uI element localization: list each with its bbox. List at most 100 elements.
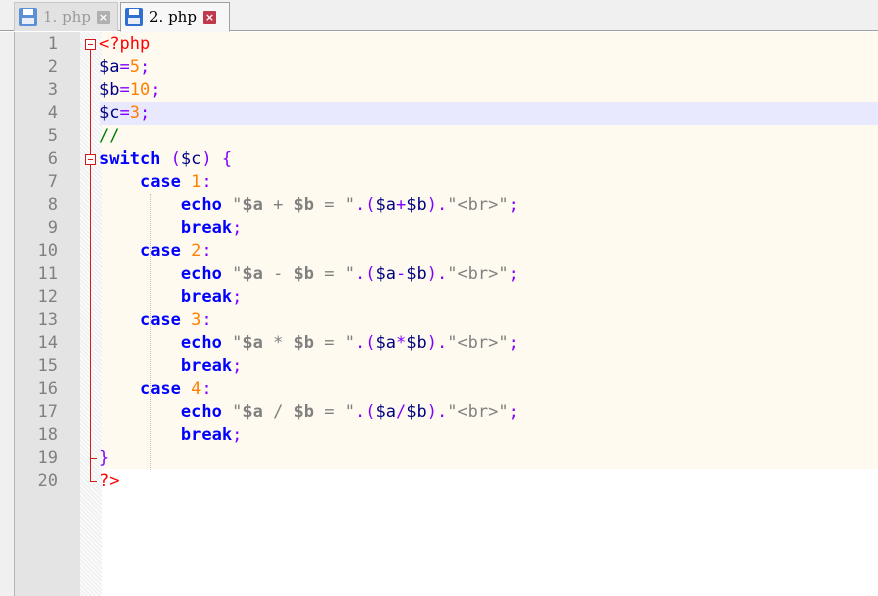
code-token: $a [375,264,396,284]
code-token: $b [293,195,315,215]
line-number[interactable]: 16 [14,378,58,401]
code-token: ) [201,149,212,169]
code-token: . [436,333,448,353]
code-token: $a [242,264,263,284]
code-line[interactable]: switch ($c) { [99,148,232,171]
close-tab-icon[interactable]: × [202,10,216,24]
line-number[interactable]: 19 [14,447,58,470]
line-number[interactable]: 15 [14,355,58,378]
tab-1-php[interactable]: 1. php × [14,2,118,31]
code-line[interactable]: echo "$a - $b = ".($a-$b)."<br>"; [99,263,519,286]
code-token: } [99,448,110,468]
line-number[interactable]: 20 [14,470,58,493]
line-number[interactable]: 18 [14,424,58,447]
code-token: 5 [129,57,140,77]
code-line[interactable]: $c=3; [99,102,150,125]
code-line[interactable]: case 2: [99,240,212,263]
code-token: case [139,172,181,192]
fold-end-tick [90,458,97,459]
code-line[interactable]: case 1: [99,171,212,194]
tab-bar: 1. php × 2. php × [0,0,878,32]
line-number[interactable]: 4 [14,102,58,125]
code-token: " [232,402,243,422]
code-token: ( [365,264,376,284]
code-token: ; [508,402,519,422]
fold-toggle-icon[interactable] [85,154,96,165]
code-line[interactable]: break; [99,424,242,447]
code-line[interactable]: $b=10; [99,79,160,102]
line-number[interactable]: 2 [14,56,58,79]
fold-end-tick [90,481,97,482]
line-number[interactable]: 7 [14,171,58,194]
code-token: break [180,356,233,376]
code-token: break [180,287,233,307]
line-number[interactable]: 5 [14,125,58,148]
code-token: ; [232,356,243,376]
code-line[interactable]: echo "$a + $b = ".($a+$b)."<br>"; [99,194,519,217]
line-number[interactable]: 12 [14,286,58,309]
code-line[interactable]: } [99,447,109,470]
line-number[interactable]: 3 [14,79,58,102]
code-token: ; [232,218,243,238]
code-line[interactable]: echo "$a / $b = ".($a/$b)."<br>"; [99,401,519,424]
code-token: $a [375,402,396,422]
line-number[interactable]: 6 [14,148,58,171]
code-token: 2 [191,241,202,261]
code-token: case [139,310,181,330]
code-token: = [119,80,130,100]
code-line[interactable]: $a=5; [99,56,150,79]
line-number[interactable]: 8 [14,194,58,217]
line-number[interactable]: 17 [14,401,58,424]
save-disk-shutter [23,9,33,15]
code-token: 3 [129,103,140,123]
code-line[interactable]: break; [99,217,242,240]
code-line[interactable]: ?> [99,470,119,493]
line-number[interactable]: 11 [14,263,58,286]
code-line[interactable]: break; [99,355,242,378]
line-number[interactable]: 13 [14,309,58,332]
code-token: / [262,402,294,422]
code-token: $a [375,195,396,215]
code-token: . [354,333,366,353]
fold-toggle-icon[interactable] [85,39,96,50]
code-line[interactable]: // [99,125,119,148]
save-disk-icon [19,8,37,26]
code-token: + [395,195,407,215]
code-token: = " [314,264,355,284]
code-token: ; [508,333,519,353]
tab-2-php[interactable]: 2. php × [120,2,230,32]
code-token: = " [314,402,355,422]
line-number[interactable]: 14 [14,332,58,355]
code-token: $b [293,402,315,422]
code-token: echo [180,333,222,353]
code-token: ; [508,264,519,284]
code-token: break [180,425,233,445]
close-tab-icon[interactable]: × [96,10,110,24]
line-number[interactable]: 9 [14,217,58,240]
code-token: = [119,57,130,77]
code-token: $b [406,264,427,284]
code-line[interactable]: break; [99,286,242,309]
line-number[interactable]: 10 [14,240,58,263]
code-line[interactable]: <?php [99,33,150,56]
code-token: = " [314,195,355,215]
code-token: ; [232,425,243,445]
line-number[interactable]: 1 [14,33,58,56]
code-token: "<br>" [447,333,509,353]
code-token: $a [242,333,263,353]
code-line[interactable]: echo "$a * $b = ".($a*$b)."<br>"; [99,332,519,355]
tab-label: 1. php [43,8,91,26]
code-line[interactable]: case 4: [99,378,212,401]
code-token: ; [139,103,151,123]
code-line[interactable]: case 3: [99,309,212,332]
code-token: "<br>" [447,195,509,215]
